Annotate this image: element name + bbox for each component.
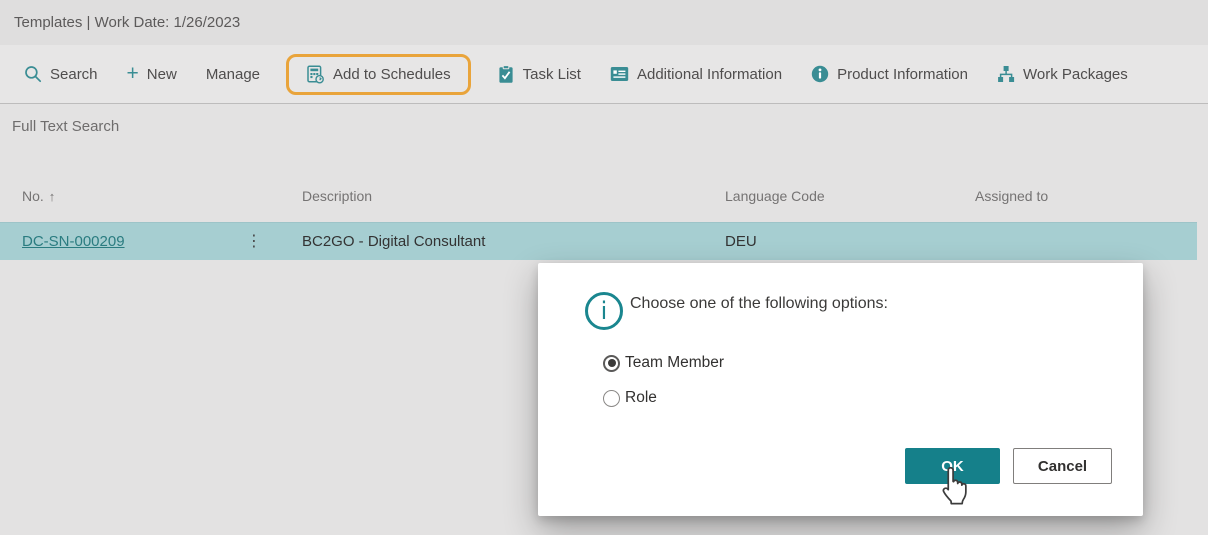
cell-language-code: DEU xyxy=(703,233,953,250)
full-text-search-label: Full Text Search xyxy=(12,118,1208,136)
dialog-message: Choose one of the following options: xyxy=(630,295,888,313)
table-header: No. ↑ Description Language Code Assigned… xyxy=(0,188,1197,222)
form-card-icon xyxy=(610,66,629,82)
radio-label: Team Member xyxy=(625,354,724,372)
radio-option-team-member[interactable]: Team Member xyxy=(603,354,724,372)
hierarchy-icon xyxy=(997,65,1015,83)
radio-unselected-icon[interactable] xyxy=(603,390,620,407)
column-header-no[interactable]: No. ↑ xyxy=(0,188,280,204)
toolbar-work-packages-button[interactable]: Work Packages xyxy=(997,65,1128,83)
toolbar-label: Add to Schedules xyxy=(333,66,451,83)
row-menu-ellipsis-icon[interactable]: ⋮ xyxy=(242,234,266,250)
record-no-link[interactable]: DC-SN-000209 xyxy=(22,233,125,250)
page-title: Templates | Work Date: 1/26/2023 xyxy=(14,14,240,31)
toolbar-task-list-button[interactable]: Task List xyxy=(497,65,581,84)
task-list-icon xyxy=(497,65,515,84)
sort-ascending-icon: ↑ xyxy=(49,189,56,204)
toolbar-label: Task List xyxy=(523,66,581,83)
ok-button[interactable]: OK xyxy=(905,448,1000,484)
toolbar-label: Search xyxy=(50,66,98,83)
toolbar-search-button[interactable]: Search xyxy=(24,65,98,83)
toolbar-product-information-button[interactable]: Product Information xyxy=(811,65,968,83)
info-icon: i xyxy=(585,292,623,330)
toolbar-new-button[interactable]: + New xyxy=(127,66,177,83)
plus-icon: + xyxy=(127,66,139,82)
toolbar-additional-information-button[interactable]: Additional Information xyxy=(610,66,782,83)
info-circle-icon xyxy=(811,65,829,83)
column-header-description[interactable]: Description xyxy=(280,188,703,204)
radio-selected-icon[interactable] xyxy=(603,355,620,372)
toolbar-label: Additional Information xyxy=(637,66,782,83)
column-header-language-code[interactable]: Language Code xyxy=(703,188,953,204)
action-toolbar: Search + New Manage Add to Schedules xyxy=(0,45,1208,104)
toolbar-label: Manage xyxy=(206,66,260,83)
search-icon xyxy=(24,65,42,83)
toolbar-label: Work Packages xyxy=(1023,66,1128,83)
table-row[interactable]: DC-SN-000209 ⋮ BC2GO - Digital Consultan… xyxy=(0,222,1197,260)
toolbar-label: Product Information xyxy=(837,66,968,83)
choose-option-dialog: i Choose one of the following options: T… xyxy=(538,263,1143,516)
calculator-schedule-icon xyxy=(306,65,325,84)
cancel-button[interactable]: Cancel xyxy=(1013,448,1112,484)
cell-description: BC2GO - Digital Consultant xyxy=(280,233,703,250)
radio-option-role[interactable]: Role xyxy=(603,389,657,407)
toolbar-add-to-schedules-button[interactable]: Add to Schedules xyxy=(286,54,471,95)
window-titlebar: Templates | Work Date: 1/26/2023 xyxy=(0,0,1208,45)
column-header-assigned-to[interactable]: Assigned to xyxy=(953,188,1197,204)
toolbar-manage-button[interactable]: Manage xyxy=(206,66,260,83)
toolbar-label: New xyxy=(147,66,177,83)
radio-label: Role xyxy=(625,389,657,407)
